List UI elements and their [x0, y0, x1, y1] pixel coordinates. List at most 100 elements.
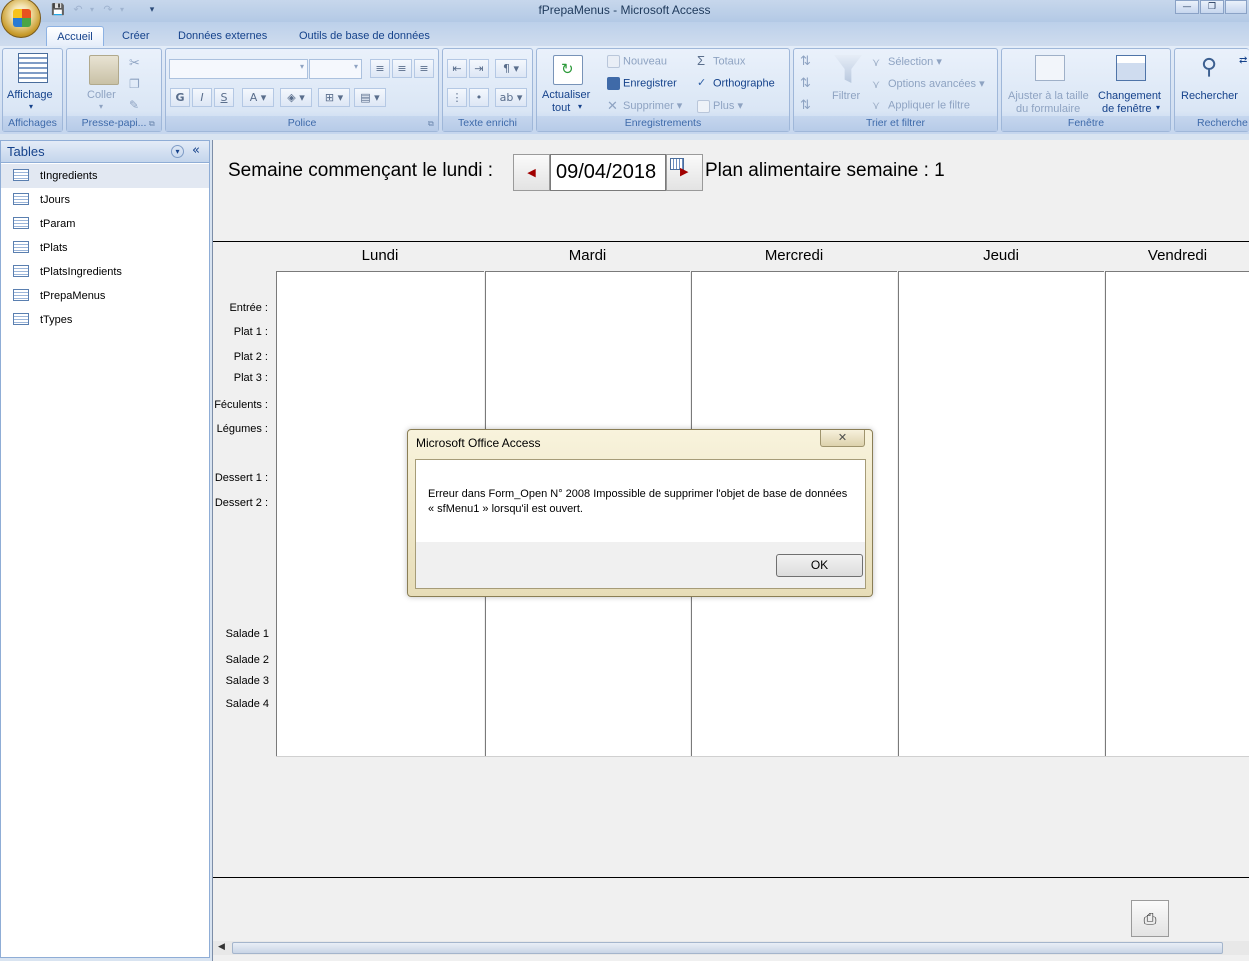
bulleted-list-icon[interactable]: • [469, 88, 489, 107]
week-date-field[interactable]: 09/04/2018 [550, 154, 666, 191]
coller-button[interactable]: Coller [87, 89, 116, 101]
minimize-button[interactable]: — [1175, 0, 1199, 14]
nav-item-table[interactable]: tPlatsIngredients [1, 260, 209, 284]
nav-menu-chevron-icon[interactable]: ▾ [171, 145, 184, 158]
fill-color-icon[interactable]: ◈ ▾ [280, 88, 312, 107]
sort-descending-icon[interactable]: ⇅ [800, 75, 811, 91]
ok-button[interactable]: OK [776, 554, 863, 577]
affichage-dropdown-icon[interactable]: ▾ [29, 102, 33, 111]
changement-fenetre-button[interactable]: Changement [1098, 90, 1161, 102]
restore-button[interactable]: ❐ [1200, 0, 1224, 14]
sigma-icon: Σ [697, 53, 706, 68]
plus-label: Plus [713, 100, 735, 112]
nav-item-table[interactable]: tPrepaMenus [1, 284, 209, 308]
plus-button[interactable]: Plus ▾ [697, 99, 743, 113]
bold-button[interactable]: G [170, 88, 190, 107]
row-label-salade4: Salade 4 [225, 698, 269, 710]
nav-item-table[interactable]: tTypes [1, 308, 209, 332]
clipboard-launcher-icon[interactable]: ⧉ [149, 119, 155, 129]
highlight-icon[interactable]: ab ▾ [495, 88, 527, 107]
redo-dropdown-icon[interactable]: ▾ [114, 2, 130, 18]
affichage-button[interactable]: Affichage [7, 89, 53, 101]
previous-week-button[interactable]: ◀ [513, 154, 550, 191]
supprimer-button[interactable]: ✕ Supprimer ▾ [607, 99, 682, 113]
switch-window-icon [1116, 55, 1146, 81]
office-logo-icon [13, 9, 31, 27]
nav-pane-header[interactable]: Tables ▾ « [1, 141, 209, 163]
day-column[interactable] [1105, 271, 1249, 757]
format-painter-icon[interactable]: ✎ [129, 98, 139, 112]
align-left-icon[interactable]: ≡ [370, 59, 390, 78]
close-window-button[interactable] [1225, 0, 1247, 14]
navigation-pane: Tables ▾ « tIngredients tJours tParam tPlat… [0, 140, 210, 958]
group-label-recherche: Recherche [1175, 116, 1249, 131]
table-icon [13, 169, 29, 181]
actualiser-tout-label[interactable]: tout [552, 102, 570, 114]
enregistrer-button[interactable]: Enregistrer [607, 77, 677, 90]
tab-outils-base-de-donnees[interactable]: Outils de base de données [289, 26, 440, 46]
undo-dropdown-icon[interactable]: ▾ [84, 2, 100, 18]
row-label-legumes: Légumes : [216, 423, 268, 435]
header-divider [213, 241, 1249, 242]
nav-item-table[interactable]: tJours [1, 188, 209, 212]
align-center-icon[interactable]: ≡ [392, 59, 412, 78]
scrollbar-thumb[interactable] [232, 942, 1223, 954]
underline-button[interactable]: S [214, 88, 234, 107]
font-name-combo[interactable]: ▾ [169, 59, 308, 79]
appliquer-filtre-button[interactable]: ⋎ Appliquer le filtre [872, 99, 970, 112]
group-fenetre: Ajuster à la taille du formulaire Change… [1001, 48, 1171, 132]
dialog-close-button[interactable]: ✕ [820, 430, 865, 447]
ajuster-taille-label-2[interactable]: du formulaire [1016, 103, 1080, 115]
changement-dropdown-icon[interactable]: ▾ [1156, 103, 1160, 112]
options-avancees-button[interactable]: ⋎ Options avancées ▾ [872, 77, 985, 91]
tab-accueil[interactable]: Accueil [46, 26, 104, 46]
group-enregistrements: ↻ Actualiser tout ▾ Nouveau Enregistrer … [536, 48, 790, 132]
copy-icon[interactable]: ❐ [129, 77, 140, 91]
align-right-icon[interactable]: ≡ [414, 59, 434, 78]
alternate-fill-icon[interactable]: ▤ ▾ [354, 88, 386, 107]
italic-button[interactable]: I [192, 88, 212, 107]
nouveau-button[interactable]: Nouveau [607, 55, 667, 68]
next-week-button[interactable]: ▶ [666, 154, 703, 191]
replace-icon[interactable]: ⇄ [1239, 55, 1247, 66]
customize-qat-icon[interactable]: ▾ [144, 2, 160, 18]
scroll-left-icon[interactable]: ◀ [218, 942, 225, 952]
coller-dropdown-icon[interactable]: ▾ [99, 102, 103, 111]
actualiser-button[interactable]: Actualiser [542, 89, 590, 101]
nav-item-table[interactable]: tParam [1, 212, 209, 236]
gridlines-icon[interactable]: ⊞ ▾ [318, 88, 350, 107]
nav-pane-title: Tables [7, 144, 45, 159]
totaux-button[interactable]: Σ Totaux [697, 53, 745, 68]
selection-button[interactable]: ⋎ Sélection ▾ [872, 55, 942, 69]
save-icon[interactable]: 💾 [50, 2, 66, 18]
nav-item-table[interactable]: tIngredients [1, 164, 209, 188]
decrease-indent-icon[interactable]: ⇤ [447, 59, 467, 78]
actualiser-dropdown-icon[interactable]: ▾ [578, 102, 582, 111]
table-icon [13, 193, 29, 205]
clear-sort-icon[interactable]: ⇅ [800, 97, 811, 113]
row-label-plat1: Plat 1 : [233, 326, 268, 338]
window-title: fPrepaMenus - Microsoft Access [538, 3, 711, 17]
datasheet-view-icon [18, 53, 48, 83]
sort-ascending-icon[interactable]: ⇅ [800, 53, 811, 69]
increase-indent-icon[interactable]: ⇥ [469, 59, 489, 78]
tab-creer[interactable]: Créer [112, 26, 160, 46]
ajuster-taille-button[interactable]: Ajuster à la taille [1008, 90, 1089, 102]
cut-icon[interactable]: ✂ [129, 55, 140, 71]
horizontal-scrollbar[interactable]: ◀ [213, 941, 1249, 955]
font-color-icon[interactable]: A ▾ [242, 88, 274, 107]
nav-item-label: tPrepaMenus [40, 290, 106, 302]
day-column[interactable] [898, 271, 1104, 757]
print-button[interactable]: ⎙ [1131, 900, 1169, 937]
tab-donnees-externes[interactable]: Données externes [168, 26, 277, 46]
paragraph-direction-icon[interactable]: ¶ ▾ [495, 59, 527, 78]
nav-collapse-icon[interactable]: « [192, 143, 200, 158]
nav-item-table[interactable]: tPlats [1, 236, 209, 260]
numbered-list-icon[interactable]: ⋮ [447, 88, 467, 107]
changement-fenetre-label-2[interactable]: de fenêtre [1102, 103, 1152, 115]
rechercher-button[interactable]: Rechercher [1181, 90, 1238, 102]
font-size-combo[interactable]: ▾ [309, 59, 362, 79]
orthographe-button[interactable]: ✓ Orthographe [697, 77, 775, 90]
font-launcher-icon[interactable]: ⧉ [428, 119, 434, 129]
filtrer-button[interactable]: Filtrer [832, 90, 860, 102]
